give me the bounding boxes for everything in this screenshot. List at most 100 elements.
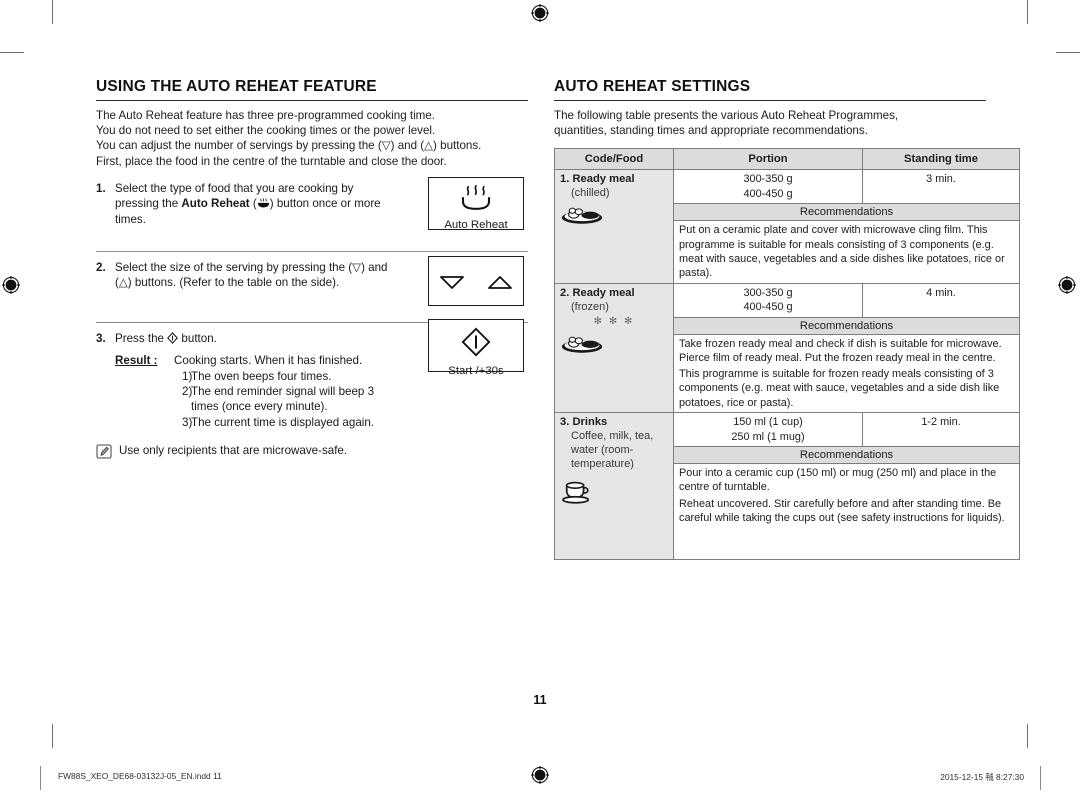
code-cell-drinks: 3. Drinks Coffee, milk, tea, water (room…	[554, 412, 674, 561]
portion-value: 300-350 g	[743, 286, 793, 299]
footer-timestamp: 2015-12-15 ㍻ 8:27:30	[940, 772, 1024, 782]
crop-mark-top-right-h	[1056, 52, 1080, 54]
registration-mark-left	[2, 276, 20, 294]
inline-auto-reheat-icon: ()	[249, 197, 274, 211]
code-name: 3. Drinks	[560, 416, 608, 429]
step-number: 2.	[96, 260, 106, 274]
result-item: 1) The oven beeps four times.	[174, 369, 409, 384]
start-30s-button-label: Start /+30s	[448, 364, 504, 377]
step-number: 1.	[96, 181, 106, 195]
crop-mark-top-left-v	[52, 0, 54, 24]
recommendation-paragraph: Take frozen ready meal and check if dish…	[679, 337, 1002, 364]
crop-mark-top-right-v	[1027, 0, 1029, 24]
standing-time-cell: 4 min.	[862, 282, 1020, 318]
auto-reheat-button-label: Auto Reheat	[444, 218, 508, 231]
column-header-code-food: Code/Food	[554, 148, 674, 171]
step-3: 3. Press the button. Result : Cooking st…	[96, 318, 528, 441]
start-diamond-icon	[431, 327, 521, 362]
step-text-fragment: button once or more	[273, 197, 381, 211]
step-text: Select the type of food that you are coo…	[115, 181, 415, 227]
page-title-auto-reheat-settings: Auto reheat settings	[554, 78, 986, 101]
result-headline: Cooking starts. When it has finished.	[174, 354, 363, 368]
step-line: Select the type of food that you are coo…	[115, 181, 354, 195]
portion-cell: 150 ml (1 cup) 250 ml (1 mug)	[673, 412, 863, 448]
inline-start-icon	[167, 331, 179, 345]
standing-time-cell: 3 min.	[862, 169, 1020, 205]
footer-divider-right	[1040, 766, 1041, 790]
registration-mark-top	[531, 4, 549, 22]
recommendations-body: Put on a ceramic plate and cover with mi…	[673, 220, 1020, 284]
step-2: 2. Select the size of the serving by pre…	[96, 250, 528, 314]
table-row: 2. Ready meal (frozen) ✻ ✻ ✻ 300-350 g 4…	[554, 282, 1020, 414]
intro-line: The Auto Reheat feature has three pre-pr…	[96, 109, 435, 122]
result-item-index-blank	[174, 399, 191, 414]
registration-mark-right	[1058, 276, 1076, 294]
footer-registration-mark	[531, 766, 549, 786]
result-item-index: 2)	[182, 385, 193, 399]
intro-paragraph-right: The following table presents the various…	[554, 108, 986, 138]
intro-paragraph-left: The Auto Reheat feature has three pre-pr…	[96, 108, 528, 169]
recommendations-body: Pour into a ceramic cup (150 ml) or mug …	[673, 463, 1020, 561]
portion-cell: 300-350 g 400-450 g	[673, 282, 863, 318]
right-column: Auto reheat settings The following table…	[554, 78, 1020, 561]
intro-line: First, place the food in the centre of t…	[96, 154, 447, 168]
result-label: Result :	[115, 354, 158, 368]
portion-cell: 300-350 g 400-450 g	[673, 169, 863, 205]
auto-reheat-settings-table: Code/Food Portion Standing time 1. Ready…	[554, 148, 1020, 561]
column-header-portion: Portion	[673, 148, 863, 171]
recommendation-paragraph: This programme is suitable for frozen re…	[679, 368, 1000, 409]
coffee-cup-icon	[560, 477, 668, 509]
auto-reheat-bold-label: Auto Reheat	[181, 197, 250, 211]
frozen-marks: ✻ ✻ ✻	[593, 315, 635, 327]
portion-value: 250 ml (1 mug)	[731, 430, 805, 443]
recommendations-header: Recommendations	[673, 446, 1020, 465]
frozen-ready-meal-icon	[560, 332, 668, 358]
code-name: 2. Ready meal	[560, 286, 635, 299]
portion-value: 150 ml (1 cup)	[733, 416, 803, 429]
step-text: Press the button.	[115, 331, 415, 346]
result-item: 2) The end reminder signal will beep 3	[174, 384, 409, 399]
step-text-fragment: pressing the	[115, 197, 182, 211]
result-item-continuation: times (once every minute).	[174, 399, 409, 414]
down-up-arrows-icon	[431, 273, 521, 296]
result-body: Cooking starts. When it has finished. 1)…	[174, 353, 409, 430]
recommendation-paragraph: Put on a ceramic plate and cover with mi…	[679, 224, 1005, 280]
portion-value: 400-450 g	[743, 301, 793, 314]
portion-value: 300-350 g	[743, 173, 793, 186]
result-item-index: 3)	[182, 415, 193, 429]
step-1: 1. Select the type of food that you are …	[96, 176, 528, 243]
intro-line: You can adjust the number of servings by…	[96, 139, 482, 153]
recommendation-paragraph: Pour into a ceramic cup (150 ml) or mug …	[679, 467, 997, 494]
result-item-index: 1)	[182, 369, 193, 383]
intro-line: You do not need to set either the cookin…	[96, 124, 436, 138]
crop-mark-bottom-left-v	[52, 724, 54, 748]
start-30s-button[interactable]: Start /+30s	[428, 318, 524, 377]
step-line: Press the button.	[115, 331, 217, 345]
code-cell-ready-meal-frozen: 2. Ready meal (frozen) ✻ ✻ ✻	[554, 282, 674, 414]
step-line: times.	[115, 212, 146, 226]
intro-line: The following table presents the various…	[554, 109, 899, 122]
column-header-standing-time: Standing time	[862, 148, 1020, 171]
recommendations-header: Recommendations	[673, 316, 1020, 335]
step-line: Select the size of the serving by pressi…	[115, 260, 388, 274]
table-header-row: Code/Food Portion Standing time	[554, 148, 1020, 171]
recommendation-paragraph: Reheat uncovered. Stir carefully before …	[679, 497, 1005, 524]
recommendations-header: Recommendations	[673, 203, 1020, 222]
auto-reheat-button[interactable]: Auto Reheat	[428, 176, 524, 231]
table-row: 1. Ready meal (chilled) 300-350 g 400-45…	[554, 169, 1020, 284]
serving-size-buttons[interactable]	[428, 255, 524, 306]
code-name: 1. Ready meal	[560, 173, 635, 186]
note-microwave-safe: Use only recipients that are microwave-s…	[96, 443, 528, 459]
code-cell-ready-meal-chilled: 1. Ready meal (chilled)	[554, 169, 674, 284]
note-text: Use only recipients that are microwave-s…	[119, 443, 348, 457]
result-item-text: The oven beeps four times.	[191, 369, 332, 383]
steam-dish-icon	[431, 184, 521, 216]
step-line: (△) buttons. (Refer to the table on the …	[115, 276, 340, 290]
step-line-with-bold: pressing the Auto Reheat () button once …	[115, 196, 415, 211]
step-number: 3.	[96, 331, 106, 345]
crop-mark-top-left-h	[0, 52, 24, 54]
code-sub: (chilled)	[571, 187, 610, 200]
print-footer: FW88S_XEO_DE68-03132J-05_EN.indd 11 2015…	[0, 766, 1080, 790]
table-row: 3. Drinks Coffee, milk, tea, water (room…	[554, 412, 1020, 561]
intro-line: quantities, standing times and appropria…	[554, 124, 868, 138]
